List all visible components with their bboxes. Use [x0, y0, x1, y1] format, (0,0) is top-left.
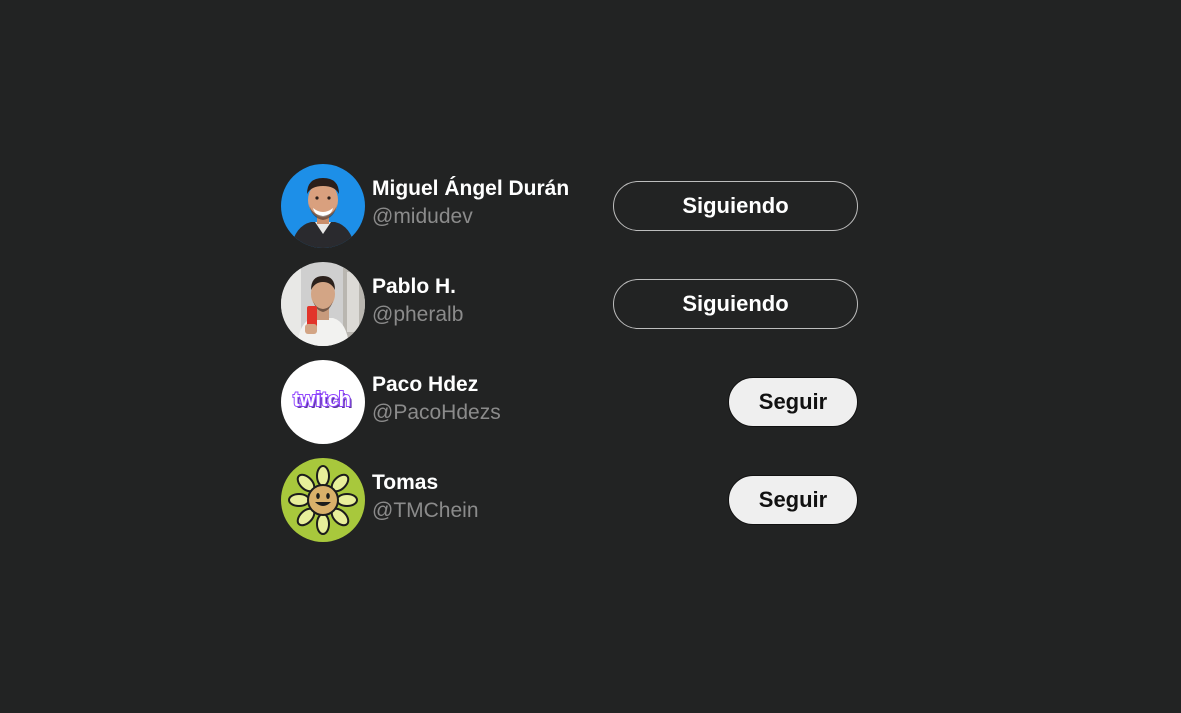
follow-card: Miguel Ángel Durán @midudev Siguiendo: [281, 164, 858, 248]
person-photo-icon: [281, 164, 365, 248]
svg-text:twitch: twitch: [293, 389, 351, 411]
user-handle: @pheralb: [372, 302, 464, 326]
person-mirror-selfie-icon: [281, 262, 365, 346]
smiling-flower-icon: [281, 458, 365, 542]
avatar[interactable]: [281, 262, 365, 346]
avatar[interactable]: [281, 164, 365, 248]
follow-button[interactable]: Seguir: [728, 475, 858, 525]
user-name: Paco Hdez: [372, 372, 479, 396]
twitch-logo-icon: twitch twitch: [281, 360, 365, 444]
user-name: Tomas: [372, 470, 439, 494]
user-info: Tomas @TMChein: [372, 469, 479, 526]
user-info: Pablo H. @pheralb: [372, 273, 463, 330]
follow-card: Tomas @TMChein Seguir: [281, 458, 858, 542]
user-handle: @midudev: [372, 204, 473, 228]
follow-card: twitch twitch Paco Hdez @PacoHdezs Segui…: [281, 360, 858, 444]
follow-card: Pablo H. @pheralb Siguiendo: [281, 262, 858, 346]
user-name: Miguel Ángel Durán: [372, 176, 570, 200]
user-info: Miguel Ángel Durán @midudev: [372, 175, 569, 232]
user-handle: @TMChein: [372, 498, 479, 522]
following-button[interactable]: Siguiendo: [613, 181, 858, 231]
following-button[interactable]: Siguiendo: [613, 279, 858, 329]
follow-card-list: Miguel Ángel Durán @midudev Siguiendo Pa…: [281, 164, 858, 556]
avatar[interactable]: twitch twitch: [281, 360, 365, 444]
follow-button[interactable]: Seguir: [728, 377, 858, 427]
user-info: Paco Hdez @PacoHdezs: [372, 371, 501, 428]
user-handle: @PacoHdezs: [372, 400, 501, 424]
avatar[interactable]: [281, 458, 365, 542]
user-name: Pablo H.: [372, 274, 457, 298]
